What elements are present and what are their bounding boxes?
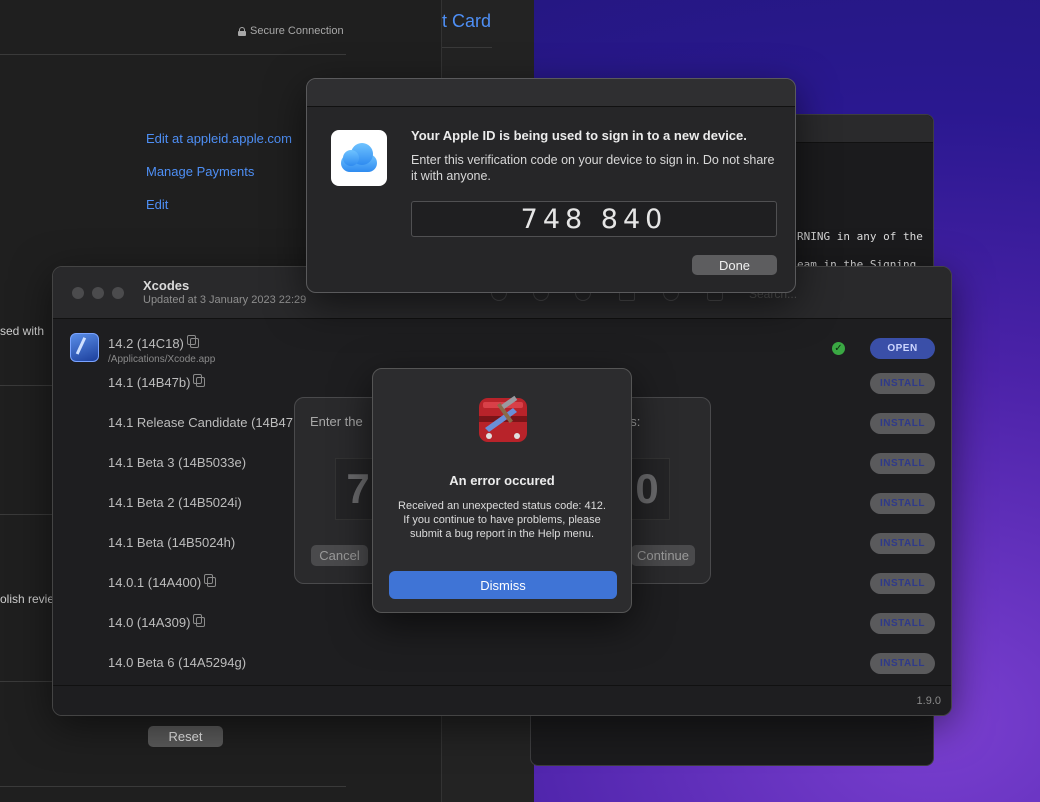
done-button[interactable]: Done [692, 255, 777, 275]
continue-button[interactable]: Continue [631, 545, 695, 566]
dialog-headline: Your Apple ID is being used to sign in t… [411, 128, 747, 143]
reset-button[interactable]: Reset [148, 726, 223, 747]
version-row[interactable]: 14.1 Beta 3 (14B5033e) [108, 452, 246, 472]
dismiss-button[interactable]: Dismiss [389, 571, 617, 599]
divider [0, 681, 60, 682]
install-button[interactable]: INSTALL [870, 493, 935, 514]
version-row[interactable]: 14.0 (14A309) [108, 612, 206, 632]
divider [442, 47, 492, 48]
code-prompt: Enter the [310, 414, 363, 429]
secure-connection-label: Secure Connection [250, 25, 344, 37]
open-button[interactable]: OPEN [870, 338, 935, 359]
cancel-button[interactable]: Cancel [311, 545, 368, 566]
dialog-titlebar [307, 79, 795, 107]
version-row[interactable]: 14.1 (14B47b) [108, 372, 206, 392]
divider [0, 385, 60, 386]
manage-payments-link[interactable]: Manage Payments [146, 164, 254, 179]
edit-appleid-link[interactable]: Edit at appleid.apple.com [146, 131, 292, 146]
lock-icon [238, 26, 246, 36]
version-row[interactable]: 14.1 Beta (14B5024h) [108, 532, 235, 552]
error-title: An error occured [449, 473, 555, 488]
error-alert: An error occured Received an unexpected … [372, 368, 632, 613]
dialog-body: Enter this verification code on your dev… [411, 153, 775, 183]
version-label: 14.0.1 (14A400) [108, 574, 202, 590]
secure-connection-indicator: Secure Connection [238, 25, 344, 37]
error-message: Received an unexpected status code: 412.… [398, 500, 606, 540]
zoom-window-button[interactable] [112, 287, 124, 299]
version-label: 14.1 Beta (14B5024h) [108, 534, 236, 550]
close-window-button[interactable] [72, 287, 84, 299]
xcodes-toolbox-icon [479, 395, 527, 442]
version-row[interactable]: 14.0 Beta 6 (14A5294g) [108, 652, 246, 672]
install-button[interactable]: INSTALL [870, 533, 935, 554]
version-label: 14.0 Beta 6 (14A5294g) [108, 654, 247, 670]
version-row[interactable]: 14.1 Release Candidate (14B47 [108, 412, 293, 432]
window-subtitle: Updated at 3 January 2023 22:29 [143, 294, 307, 306]
truncated-text: olish revie [0, 592, 55, 606]
version-label: 14.1 (14B47b) [108, 374, 191, 390]
version-label: 14.1 Release Candidate (14B47 [108, 414, 294, 430]
version-label: 14.0 (14A309) [108, 614, 191, 630]
install-button[interactable]: INSTALL [870, 453, 935, 474]
copy-icon[interactable] [204, 574, 217, 587]
card-title: t Card [442, 11, 492, 31]
version-label: 14.1 Beta 2 (14B5024i) [108, 494, 242, 510]
copy-icon[interactable] [193, 374, 206, 387]
truncated-text: sed with [0, 324, 45, 338]
edit-link[interactable]: Edit [146, 197, 168, 212]
install-button[interactable]: INSTALL [870, 573, 935, 594]
install-button[interactable]: INSTALL [870, 373, 935, 394]
minimize-window-button[interactable] [92, 287, 104, 299]
xcodes-footer: 1.9.0 [53, 685, 951, 715]
window-title: Xcodes [143, 278, 190, 293]
icloud-icon [331, 130, 387, 186]
installed-path: /Applications/Xcode.app [108, 353, 216, 365]
version-row[interactable]: 14.0.1 (14A400) [108, 572, 217, 592]
install-button[interactable]: INSTALL [870, 653, 935, 674]
xcode-app-icon [70, 333, 99, 362]
terminal-line: RNING in any of the [797, 230, 923, 243]
apple-id-verification-dialog: Your Apple ID is being used to sign in t… [306, 78, 796, 293]
divider [0, 786, 346, 787]
verification-code-field[interactable]: 748 840 [411, 201, 777, 237]
copy-icon[interactable] [193, 614, 206, 627]
checkmark-icon: ✓ [832, 342, 845, 355]
app-version: 1.9.0 [916, 695, 941, 707]
divider [0, 54, 346, 55]
copy-icon[interactable] [186, 335, 199, 348]
version-row[interactable]: 14.1 Beta 2 (14B5024i) [108, 492, 242, 512]
divider [0, 514, 60, 515]
version-label: 14.1 Beta 3 (14B5033e) [108, 454, 247, 470]
install-button[interactable]: INSTALL [870, 613, 935, 634]
install-button[interactable]: INSTALL [870, 413, 935, 434]
